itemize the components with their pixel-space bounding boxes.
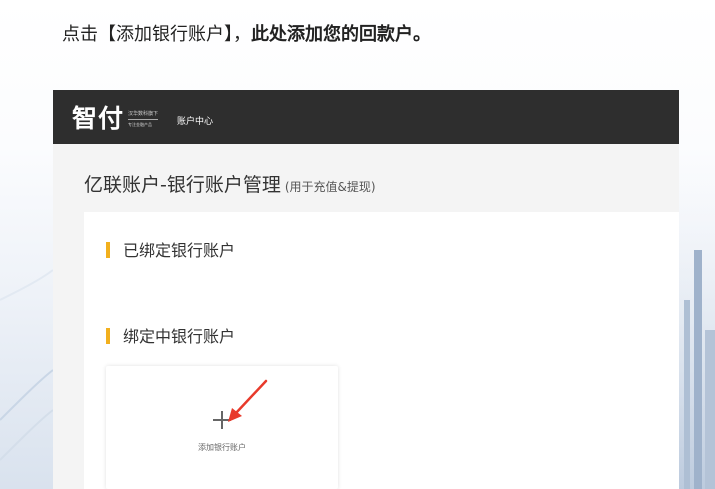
add-bank-account-label: 添加银行账户 bbox=[198, 443, 246, 452]
section-marker bbox=[106, 242, 110, 258]
section-binding-accounts: 绑定中银行账户 bbox=[106, 323, 235, 347]
page-title: 亿联账户-银行账户管理 (用于充值&提现) bbox=[84, 170, 376, 197]
page-title-note: (用于充值&提现) bbox=[284, 180, 376, 194]
section-binding-title: 绑定中银行账户 bbox=[123, 327, 236, 346]
logo-tagline: 汉华数科旗下 专注金融产品 bbox=[128, 111, 159, 128]
add-bank-account-button[interactable]: 添加银行账户 bbox=[106, 366, 338, 489]
section-bound-accounts: 已绑定银行账户 bbox=[106, 237, 235, 261]
logo-tagline-line-2: 专注金融产品 bbox=[128, 119, 159, 128]
page-title-text: 亿联账户-银行账户管理 bbox=[84, 174, 281, 196]
section-marker bbox=[106, 328, 110, 344]
plus-icon bbox=[213, 411, 231, 429]
account-center-screenshot: 智付 汉华数科旗下 专注金融产品 账户中心 亿联账户-银行账户管理 (用于充值&提… bbox=[53, 90, 679, 489]
instruction-prefix: 点击【添加银行账户】， bbox=[62, 24, 251, 45]
top-bar: 智付 汉华数科旗下 专注金融产品 账户中心 bbox=[53, 90, 679, 144]
instruction-text: 点击【添加银行账户】，此处添加您的回款户。 bbox=[62, 20, 431, 46]
bank-accounts-card: 已绑定银行账户 绑定中银行账户 添加银行账户 bbox=[84, 212, 679, 489]
logo[interactable]: 智付 bbox=[72, 99, 124, 135]
instruction-emphasis: 此处添加您的回款户。 bbox=[251, 24, 431, 45]
section-bound-title: 已绑定银行账户 bbox=[123, 241, 236, 260]
logo-tagline-line-1: 汉华数科旗下 bbox=[128, 111, 159, 117]
account-center-label: 账户中心 bbox=[177, 117, 214, 127]
